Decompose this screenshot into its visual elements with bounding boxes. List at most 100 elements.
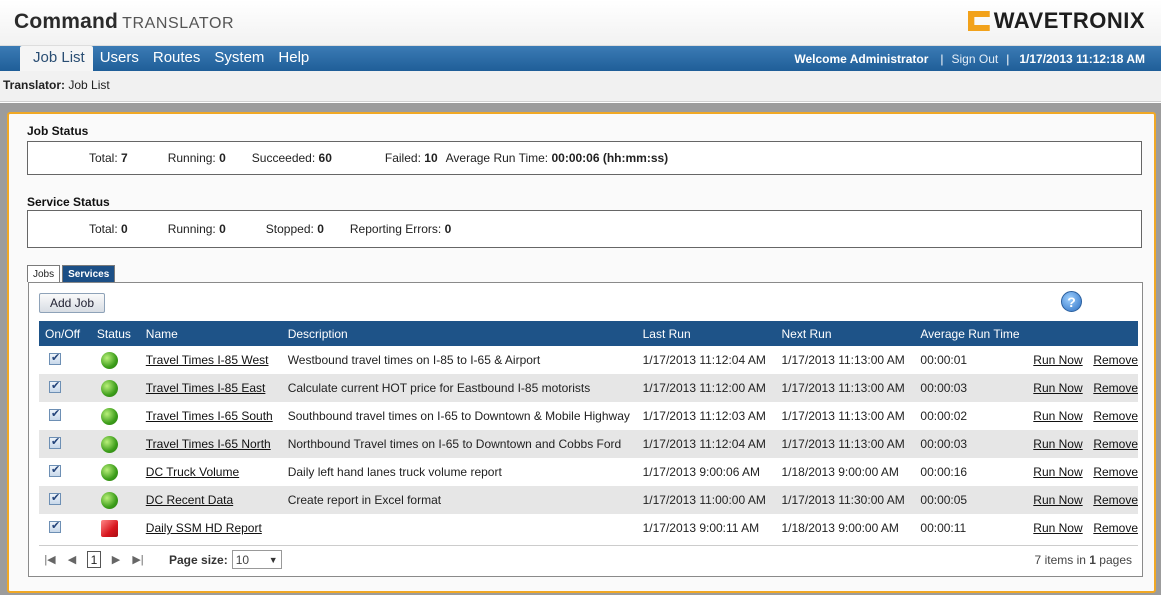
job-name-text[interactable]: Travel Times I-65 South — [146, 409, 273, 423]
run-now-link[interactable]: Run Now — [1027, 486, 1088, 514]
job-name-text[interactable]: Daily SSM HD Report — [146, 521, 262, 535]
run-now-link[interactable]: Run Now — [1027, 430, 1088, 458]
job-name-text[interactable]: Travel Times I-85 East — [146, 381, 266, 395]
col-onoff[interactable]: On/Off — [39, 321, 91, 346]
checkbox-checked-icon[interactable] — [49, 491, 61, 505]
run-now-link[interactable]: Run Now — [1027, 514, 1087, 542]
job-last-run: 1/17/2013 9:00:11 AM — [642, 521, 760, 535]
job-name[interactable]: Travel Times I-85 East — [139, 374, 282, 402]
remove-link[interactable]: Remove — [1087, 346, 1138, 374]
onoff-checkbox[interactable] — [39, 514, 91, 542]
logo-text: WAVETRONIX — [993, 8, 1145, 33]
remove-link[interactable]: Remove — [1087, 402, 1138, 430]
checkbox-checked-icon[interactable] — [49, 407, 61, 421]
remove-link[interactable]: Remove — [1087, 514, 1138, 542]
nav-job-list[interactable]: Job List — [20, 46, 93, 71]
remove-link-text[interactable]: Remove — [1093, 465, 1138, 479]
nav-help[interactable]: Help — [271, 46, 316, 71]
col-avg-run-time[interactable]: Average Run Time — [914, 321, 1028, 346]
tab-services[interactable]: Services — [62, 265, 116, 282]
job-name-text[interactable]: DC Truck Volume — [146, 465, 239, 479]
page-size-value: 10 — [235, 552, 250, 567]
remove-link-text[interactable]: Remove — [1093, 353, 1138, 367]
col-last-run[interactable]: Last Run — [636, 321, 776, 346]
run-now-link[interactable]: Run Now — [1027, 346, 1087, 374]
status-success-icon — [100, 435, 118, 453]
job-name[interactable]: DC Recent Data — [139, 486, 282, 514]
job-next-run: 1/17/2013 11:30:00 AM — [775, 486, 915, 514]
sign-out-link[interactable]: Sign Out — [952, 52, 999, 66]
run-now-link[interactable]: Run Now — [1027, 402, 1087, 430]
run-now-link-text[interactable]: Run Now — [1033, 521, 1082, 535]
job-running-stat: Running: 0 — [167, 151, 226, 165]
job-next-run: 1/18/2013 9:00:00 AM — [781, 521, 899, 535]
onoff-checkbox[interactable] — [39, 458, 91, 486]
page-size-select[interactable]: 10 ▼ — [231, 550, 282, 569]
onoff-checkbox[interactable] — [39, 374, 91, 402]
table-row: Travel Times I-85 West Westbound travel t… — [39, 346, 1138, 374]
job-name[interactable]: Travel Times I-85 West — [140, 346, 282, 374]
run-now-link-text[interactable]: Run Now — [1033, 353, 1082, 367]
job-name[interactable]: Travel Times I-65 South — [140, 402, 282, 430]
job-name-text[interactable]: Travel Times I-85 West — [146, 353, 269, 367]
last-page-icon[interactable]: ▶| — [127, 553, 149, 566]
col-next-run[interactable]: Next Run — [775, 321, 915, 346]
onoff-checkbox[interactable] — [39, 430, 91, 458]
col-status[interactable]: Status — [90, 321, 140, 346]
question-icon[interactable]: ? — [1061, 291, 1082, 312]
first-page-icon[interactable]: |◀ — [39, 553, 61, 566]
breadcrumb-label: Translator: — [3, 78, 66, 92]
run-now-link-text[interactable]: Run Now — [1033, 493, 1082, 507]
status-cell — [91, 458, 140, 486]
run-now-link-text[interactable]: Run Now — [1033, 381, 1082, 395]
job-description: Northbound Travel times on I-65 to Downt… — [281, 430, 637, 458]
col-name[interactable]: Name — [139, 321, 282, 346]
remove-link[interactable]: Remove — [1087, 486, 1138, 514]
job-name[interactable]: Travel Times I-65 North — [139, 430, 282, 458]
remove-link[interactable]: Remove — [1087, 458, 1138, 486]
checkbox-checked-icon[interactable] — [49, 379, 61, 393]
onoff-checkbox[interactable] — [39, 486, 91, 514]
prev-page-icon[interactable]: ◀ — [61, 553, 83, 566]
app-header: Command TRANSLATOR WAVETRONIX — [0, 0, 1161, 46]
remove-link-text[interactable]: Remove — [1093, 409, 1138, 423]
remove-link[interactable]: Remove — [1087, 374, 1138, 402]
tab-strip: Jobs Services — [27, 265, 117, 282]
status-cell — [90, 430, 140, 458]
page-number-button[interactable]: 1 — [87, 551, 101, 568]
tab-jobs[interactable]: Jobs — [27, 265, 61, 282]
nav-system[interactable]: System — [207, 46, 271, 71]
remove-link-text[interactable]: Remove — [1093, 381, 1138, 395]
add-job-button[interactable]: Add Job — [39, 293, 105, 313]
run-now-link-text[interactable]: Run Now — [1033, 437, 1082, 451]
service-running-stat: Running: 0 — [167, 222, 226, 236]
job-avg-run-time: 00:00:16 — [920, 465, 968, 479]
run-now-link[interactable]: Run Now — [1027, 374, 1088, 402]
run-now-link-text[interactable]: Run Now — [1033, 465, 1082, 479]
remove-link[interactable]: Remove — [1087, 430, 1138, 458]
remove-link-text[interactable]: Remove — [1093, 493, 1138, 507]
status-failed-icon — [100, 519, 118, 537]
checkbox-checked-icon[interactable] — [49, 351, 61, 365]
checkbox-checked-icon[interactable] — [49, 463, 61, 477]
status-success-icon — [100, 463, 118, 481]
status-cell — [91, 346, 140, 374]
nav-users[interactable]: Users — [93, 46, 146, 71]
checkbox-checked-icon[interactable] — [49, 435, 61, 449]
onoff-checkbox[interactable] — [39, 346, 91, 374]
next-page-icon[interactable]: ▶ — [105, 553, 127, 566]
col-description[interactable]: Description — [281, 321, 637, 346]
nav-routes[interactable]: Routes — [146, 46, 208, 71]
job-name[interactable]: DC Truck Volume — [140, 458, 282, 486]
remove-link-text[interactable]: Remove — [1093, 521, 1138, 535]
app-title-sub: TRANSLATOR — [122, 15, 235, 32]
remove-link-text[interactable]: Remove — [1093, 437, 1138, 451]
checkbox-checked-icon[interactable] — [49, 519, 61, 533]
run-now-link[interactable]: Run Now — [1027, 458, 1087, 486]
job-name-text[interactable]: Travel Times I-65 North — [146, 437, 271, 451]
run-now-link-text[interactable]: Run Now — [1033, 409, 1082, 423]
job-last-run: 1/17/2013 9:00:06 AM — [642, 465, 761, 479]
onoff-checkbox[interactable] — [39, 402, 91, 430]
job-name-text[interactable]: DC Recent Data — [146, 493, 233, 507]
job-name[interactable]: Daily SSM HD Report — [140, 514, 282, 542]
